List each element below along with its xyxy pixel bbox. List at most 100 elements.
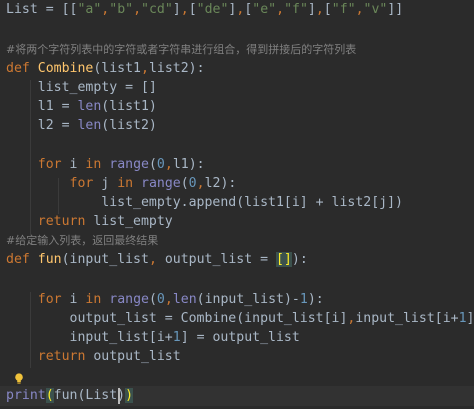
code-token: (	[180, 176, 189, 191]
code-token: input_list[i+	[6, 330, 173, 345]
code-token: Combine	[37, 61, 94, 76]
code-line[interactable]	[0, 137, 474, 157]
code-line[interactable]: #给定输入列表，返回最终结果	[0, 231, 474, 251]
code-token: i	[69, 292, 86, 307]
text-caret	[118, 388, 120, 404]
code-token: 1	[172, 330, 181, 345]
code-line[interactable]: for j in range(0,l2):	[0, 174, 474, 194]
code-line[interactable]: output_list = Combine(input_list[i],inpu…	[0, 309, 474, 329]
code-token: "de"	[196, 2, 229, 17]
code-token: (input_list	[61, 252, 149, 267]
code-token: ,	[140, 61, 149, 76]
code-token: len	[77, 118, 102, 133]
code-line[interactable]	[0, 270, 474, 290]
code-token: "b"	[109, 2, 134, 17]
code-token: (list1)	[101, 99, 157, 114]
code-token: #将两个字符列表中的字符或者字符串进行组合，得到拼接后的字符列表	[6, 43, 357, 56]
code-token: (	[148, 157, 157, 172]
code-line[interactable]: print(fun(List))	[0, 386, 474, 406]
code-line-text: output_list = Combine(input_list[i],inpu…	[6, 309, 474, 329]
indent-guide	[58, 178, 59, 214]
code-token: for	[69, 176, 102, 191]
code-line[interactable]: list_empty.append(list1[i] + list2[j])	[0, 193, 474, 213]
code-token: ,	[276, 2, 285, 17]
code-token: list_empty.append(list1[i] + list2[j])	[6, 195, 403, 210]
code-token: for	[37, 292, 70, 307]
code-line-text: print(fun(List))	[6, 386, 134, 406]
code-line-text: input_list[i+1] = output_list	[6, 328, 300, 348]
code-line-text: return output_list	[6, 347, 181, 367]
code-token: 0	[156, 292, 165, 307]
code-token: for	[37, 157, 70, 172]
code-token: print	[6, 388, 46, 403]
code-token: list2):	[148, 61, 205, 76]
code-token: "v"	[363, 2, 388, 17]
code-token: ):	[291, 252, 308, 267]
lightbulb-icon[interactable]	[14, 373, 24, 385]
code-line[interactable]: for i in range(0,l1):	[0, 155, 474, 175]
code-line[interactable]: l2 = len(list2)	[0, 116, 474, 136]
code-token: []	[275, 252, 292, 267]
code-token: 1	[458, 311, 467, 326]
code-line[interactable]: return output_list	[0, 347, 474, 367]
code-token: ,	[355, 2, 364, 17]
code-line-text: l1 = len(list1)	[6, 97, 157, 117]
code-token: "f"	[331, 2, 356, 17]
code-line-text: return list_empty	[6, 212, 173, 232]
code-token: output_list =	[164, 252, 276, 267]
code-line[interactable]: return list_empty	[0, 212, 474, 232]
code-line[interactable]: input_list[i+1] = output_list	[0, 328, 474, 348]
code-line[interactable]: def Combine(list1,list2):	[0, 59, 474, 79]
code-token: i	[69, 157, 86, 172]
code-token: ):	[307, 292, 324, 307]
code-line[interactable]	[0, 367, 474, 387]
code-token: fun(List)	[53, 388, 126, 403]
code-line-text: def fun(input_list, output_list = []):	[6, 250, 308, 270]
code-line[interactable]: List = [["a","b","cd"],["de"],["e","f"],…	[0, 0, 474, 20]
code-token: 1	[299, 292, 308, 307]
code-token: (	[45, 388, 54, 403]
code-token: #给定输入列表，返回最终结果	[6, 234, 159, 247]
code-token: j	[101, 176, 118, 191]
code-token: l2 =	[6, 118, 78, 133]
code-token: (input_list)-	[196, 292, 300, 307]
code-token: input_list[i+	[355, 311, 459, 326]
code-line-text: List = [["a","b","cd"],["de"],["e","f"],…	[6, 0, 403, 20]
code-line[interactable]	[0, 20, 474, 40]
code-line-text: list_empty = []	[6, 78, 157, 98]
code-line[interactable]: for i in range(0,len(input_list)-1):	[0, 290, 474, 310]
code-token: output_list	[93, 349, 181, 364]
code-token: return	[37, 214, 94, 229]
code-token: def	[6, 252, 38, 267]
code-token: "cd"	[141, 2, 173, 17]
code-line[interactable]: list_empty = []	[0, 78, 474, 98]
code-token: in	[85, 157, 110, 172]
code-line[interactable]: #将两个字符列表中的字符或者字符串进行组合，得到拼接后的字符列表	[0, 40, 474, 60]
code-token: ] = output_list	[180, 330, 300, 345]
code-token: ,	[180, 2, 189, 17]
code-line[interactable]: l1 = len(list1)	[0, 97, 474, 117]
code-line-text: #给定输入列表，返回最终结果	[6, 231, 158, 251]
code-token: range	[141, 176, 181, 191]
code-token: ]	[307, 2, 316, 17]
code-token: l2):	[204, 176, 237, 191]
code-token: ,	[164, 157, 173, 172]
code-editor[interactable]: List = [["a","b","cd"],["de"],["e","f"],…	[0, 0, 474, 409]
code-token: len	[172, 292, 197, 307]
code-token: l1 =	[6, 99, 78, 114]
code-token: ,	[196, 176, 205, 191]
code-line-text: l2 = len(list2)	[6, 116, 157, 136]
code-token: def	[6, 61, 38, 76]
code-token: )	[125, 388, 134, 403]
code-token: fun	[37, 252, 62, 267]
code-token: (	[148, 292, 157, 307]
code-token: ]]	[387, 2, 404, 17]
code-line[interactable]: def fun(input_list, output_list = []):	[0, 250, 474, 270]
indent-guide	[30, 292, 31, 368]
code-token: [	[188, 2, 197, 17]
code-token: (list1	[93, 61, 141, 76]
code-token: list_empty = []	[6, 80, 157, 95]
